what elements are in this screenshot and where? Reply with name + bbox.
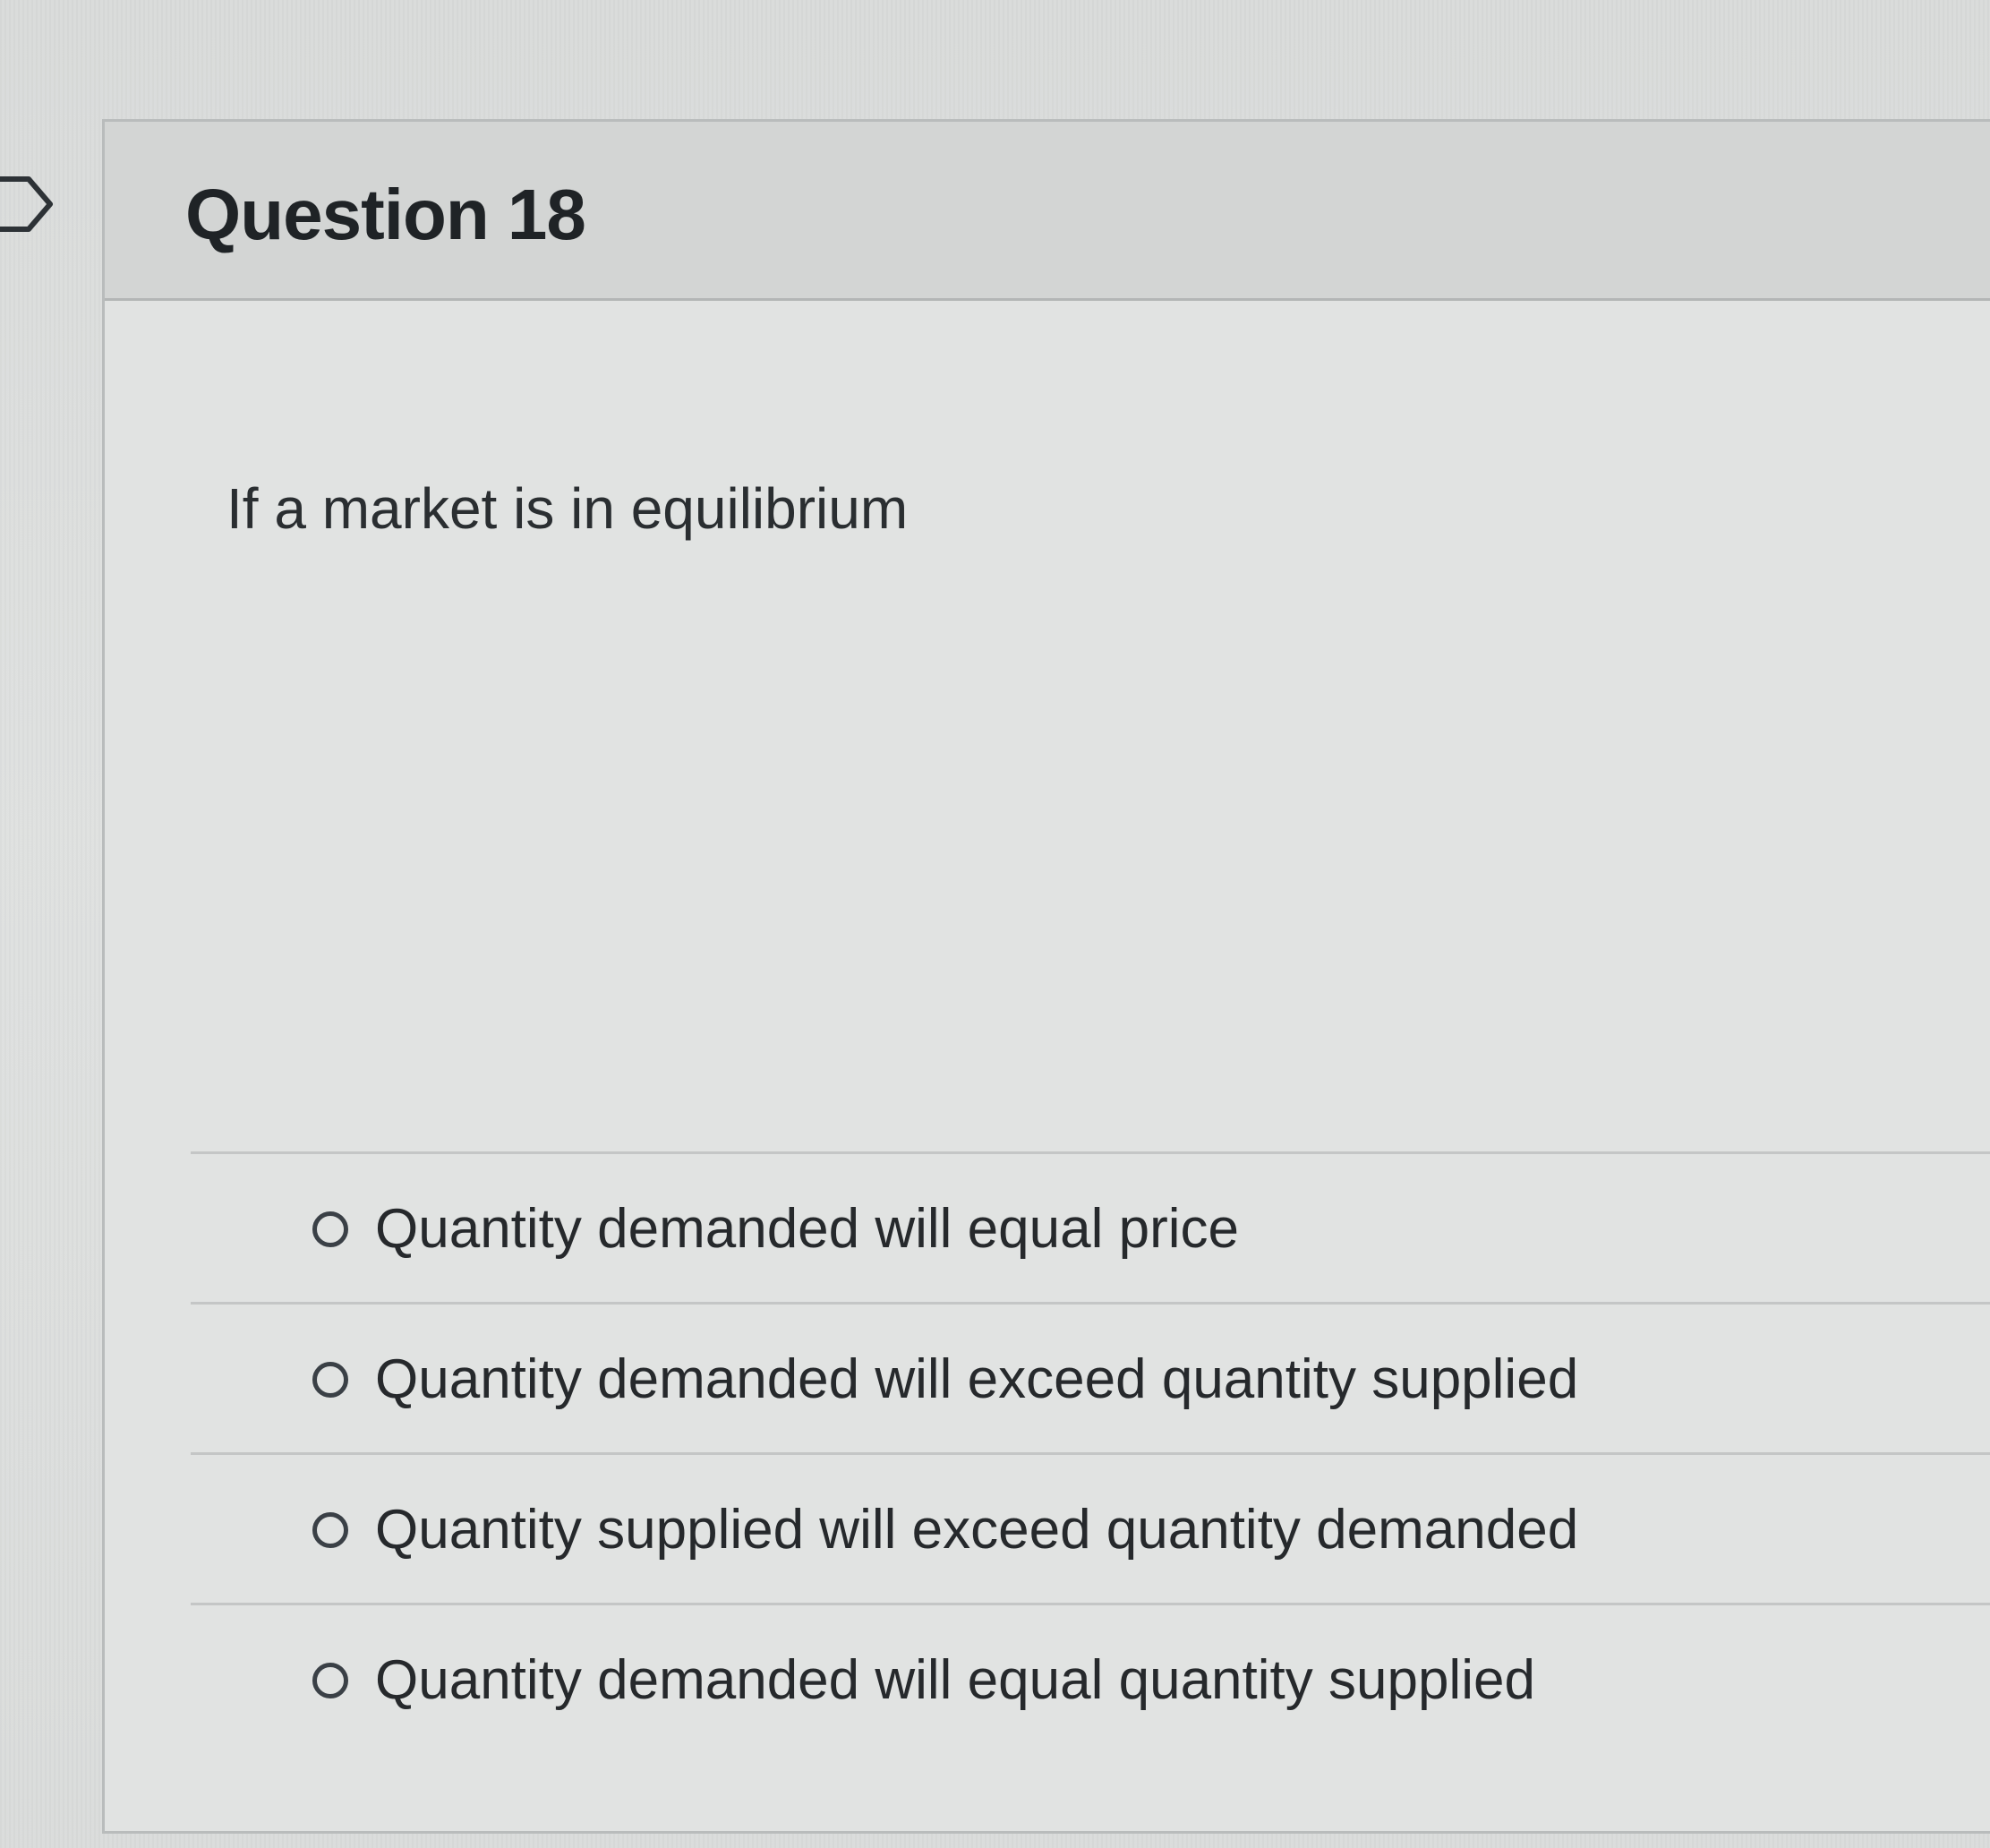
answer-option-2[interactable]: Quantity demanded will exceed quantity s… — [191, 1302, 1990, 1452]
bookmark-flag-icon[interactable] — [0, 175, 59, 233]
radio-button[interactable] — [312, 1211, 348, 1247]
answer-label[interactable]: Quantity demanded will equal price — [375, 1197, 1239, 1261]
radio-button[interactable] — [312, 1663, 348, 1698]
radio-button[interactable] — [312, 1362, 348, 1398]
answer-option-4[interactable]: Quantity demanded will equal quantity su… — [191, 1603, 1990, 1753]
radio-button[interactable] — [312, 1512, 348, 1548]
answer-label[interactable]: Quantity supplied will exceed quantity d… — [375, 1498, 1578, 1561]
answer-list: Quantity demanded will equal price Quant… — [191, 1151, 1990, 1753]
quiz-screen: Question 18 If a market is in equilibriu… — [0, 0, 1990, 1848]
answer-label[interactable]: Quantity demanded will exceed quantity s… — [375, 1348, 1578, 1411]
question-text: If a market is in equilibrium — [226, 476, 909, 541]
question-title: Question 18 — [185, 175, 586, 254]
answer-option-3[interactable]: Quantity supplied will exceed quantity d… — [191, 1452, 1990, 1603]
question-card: Question 18 If a market is in equilibriu… — [102, 119, 1990, 1834]
answer-option-1[interactable]: Quantity demanded will equal price — [191, 1151, 1990, 1302]
answer-label[interactable]: Quantity demanded will equal quantity su… — [375, 1648, 1535, 1712]
question-header: Question 18 — [105, 122, 1990, 301]
